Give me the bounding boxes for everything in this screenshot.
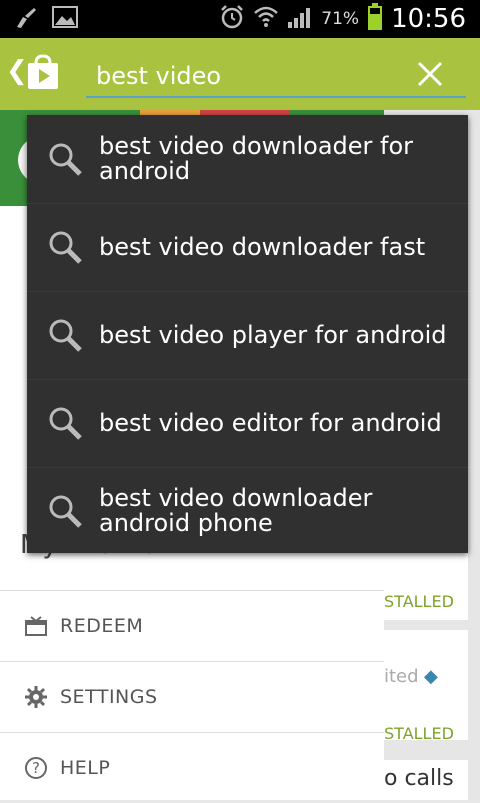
clear-search-button[interactable] — [410, 54, 450, 94]
suggestion-item[interactable]: best video downloader android phone — [27, 467, 468, 553]
clock: 10:56 — [391, 4, 466, 34]
alarm-icon — [219, 4, 245, 34]
app-card[interactable]: ited ◆ STALLED — [384, 630, 468, 743]
status-bar: 71% 10:56 — [0, 0, 480, 38]
drawer-item-label: REDEEM — [60, 615, 144, 637]
suggestion-text: best video editor for android — [99, 408, 442, 437]
search-input[interactable] — [86, 56, 466, 98]
app-card[interactable]: o calls — [384, 760, 468, 800]
svg-text:?: ? — [32, 759, 40, 777]
search-icon — [47, 229, 83, 265]
image-icon — [52, 6, 78, 34]
gift-icon — [24, 614, 48, 638]
suggestion-text: best video player for android — [99, 320, 447, 349]
signal-icon — [287, 5, 313, 33]
diamond-icon: ◆ — [424, 666, 438, 687]
app-card-title: o calls — [384, 766, 454, 791]
gear-icon — [24, 685, 48, 709]
suggestion-item[interactable]: best video player for android — [27, 291, 468, 380]
help-icon: ? — [24, 756, 48, 780]
drawer-item-label: HELP — [60, 757, 111, 779]
search-icon — [47, 141, 83, 177]
suggestion-text: best video downloader android phone — [99, 484, 373, 537]
search-icon — [47, 405, 83, 441]
app-card-subtext: ited — [384, 666, 419, 687]
search-icon — [47, 493, 83, 529]
drawer-item-help[interactable]: ? HELP — [0, 732, 384, 803]
close-icon — [417, 61, 443, 87]
suggestion-text: best video downloader fast — [99, 232, 426, 261]
suggestion-item[interactable]: best video downloader fast — [27, 203, 468, 292]
back-chevron-icon[interactable]: ❮ — [6, 58, 28, 84]
suggestion-text: best video downloader for android — [99, 132, 414, 185]
wifi-icon — [253, 5, 279, 33]
battery-percent: 71% — [321, 9, 360, 29]
app-card[interactable]: STALLED — [384, 550, 468, 620]
drawer-item-redeem[interactable]: REDEEM — [0, 590, 384, 661]
suggestion-item[interactable]: best video downloader for android — [27, 115, 468, 204]
search-suggestions-dropdown: best video downloader for android best v… — [27, 115, 468, 553]
search-icon — [47, 317, 83, 353]
app-bar: ❮ — [0, 38, 480, 110]
suggestion-item[interactable]: best video editor for android — [27, 379, 468, 468]
drawer-item-label: SETTINGS — [60, 686, 158, 708]
play-store-icon[interactable] — [26, 54, 60, 90]
installed-label: STALLED — [384, 592, 454, 611]
installed-label: STALLED — [384, 724, 454, 743]
battery-icon — [367, 3, 383, 35]
drawer-item-settings[interactable]: SETTINGS — [0, 661, 384, 732]
broom-icon — [14, 6, 38, 34]
